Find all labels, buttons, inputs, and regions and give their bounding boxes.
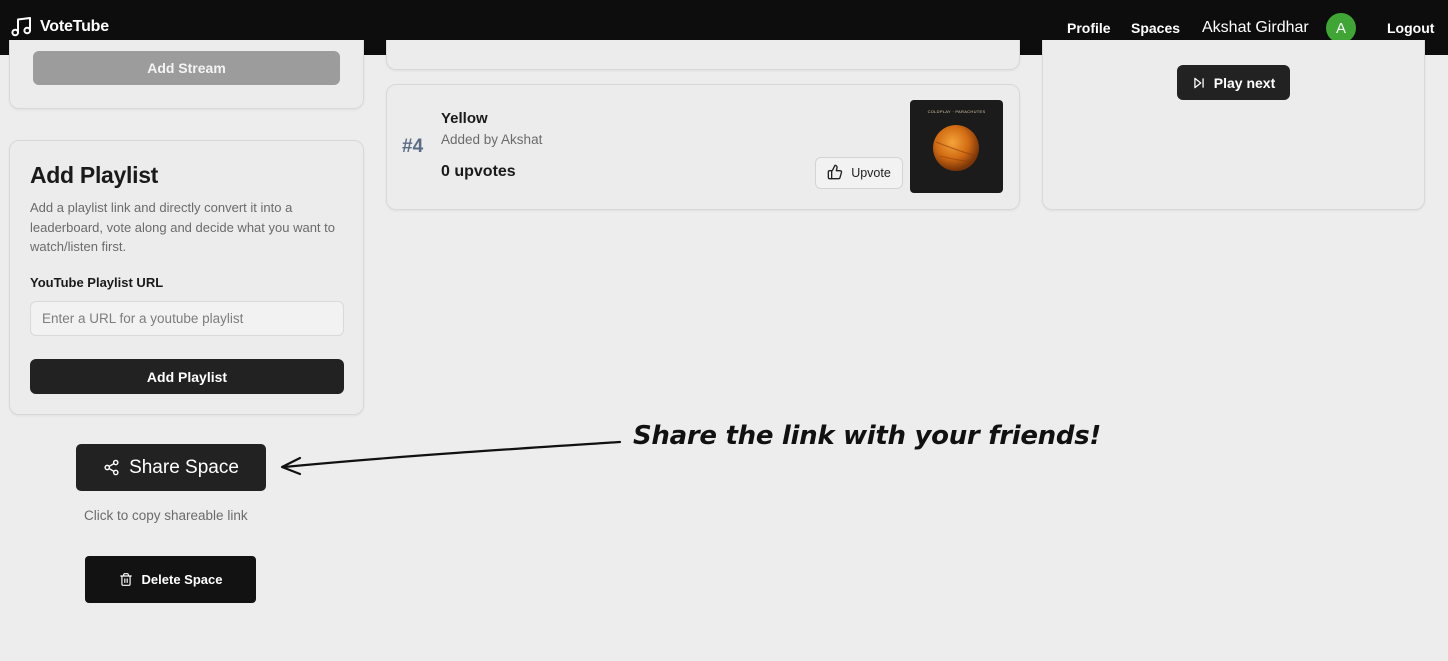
share-space-button[interactable]: Share Space	[76, 444, 266, 491]
annotation-text: Share the link with your friends!	[633, 421, 1101, 451]
song-added-by: Added by Akshat	[441, 132, 543, 147]
queue-card-previous	[386, 40, 1020, 70]
add-playlist-description: Add a playlist link and directly convert…	[30, 200, 335, 254]
upvote-button[interactable]: Upvote	[815, 157, 903, 189]
trash-icon	[119, 572, 142, 587]
add-playlist-button[interactable]: Add Playlist	[30, 359, 344, 394]
logout-link[interactable]: Logout	[1387, 20, 1434, 36]
song-title: Yellow	[441, 110, 488, 127]
play-next-button[interactable]: Play next	[1177, 65, 1290, 100]
song-upvote-count: 0 upvotes	[441, 163, 516, 180]
album-planet-art	[933, 125, 979, 171]
nav-profile-link[interactable]: Profile	[1067, 20, 1111, 36]
music-note-icon	[11, 17, 33, 37]
skip-forward-icon	[1192, 76, 1206, 90]
thumbs-up-icon	[827, 164, 851, 183]
nav-spaces-link[interactable]: Spaces	[1131, 20, 1180, 36]
add-playlist-title: Add Playlist	[30, 162, 159, 188]
queue-rank: #4	[402, 136, 424, 157]
playlist-url-input[interactable]	[30, 301, 344, 336]
delete-space-label: Delete Space	[141, 572, 223, 587]
add-stream-button[interactable]: Add Stream	[33, 51, 340, 85]
share-hint: Click to copy shareable link	[84, 508, 248, 523]
delete-space-button[interactable]: Delete Space	[85, 556, 256, 603]
play-next-label: Play next	[1213, 74, 1276, 91]
song-thumbnail[interactable]: COLDPLAY · PARACHUTES	[910, 100, 1003, 193]
brand-name: VoteTube	[40, 18, 109, 35]
playlist-url-label: YouTube Playlist URL	[30, 275, 164, 290]
upvote-label: Upvote	[851, 166, 891, 180]
user-name: Akshat Girdhar	[1202, 19, 1309, 36]
annotation-arrow	[280, 440, 622, 476]
avatar[interactable]: A	[1326, 13, 1356, 43]
brand[interactable]: VoteTube	[11, 17, 109, 37]
share-space-label: Share Space	[129, 456, 239, 478]
share-icon	[103, 459, 129, 476]
